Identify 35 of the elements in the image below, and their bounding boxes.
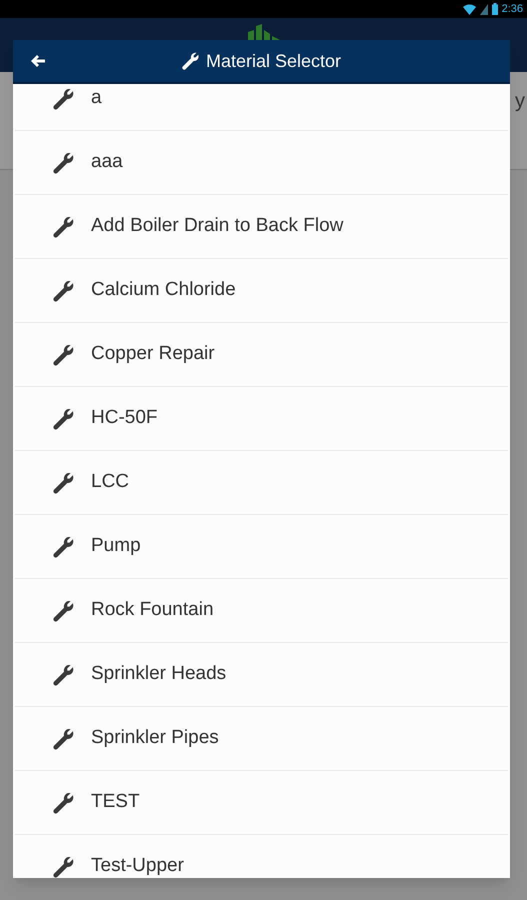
wrench-icon [53, 664, 75, 686]
wrench-icon [53, 152, 75, 174]
material-item[interactable]: Sprinkler Pipes [15, 707, 508, 771]
material-item[interactable]: Add Boiler Drain to Back Flow [15, 195, 508, 259]
wrench-icon [53, 88, 75, 110]
wifi-icon [462, 4, 476, 14]
material-item[interactable]: HC-50F [15, 387, 508, 451]
material-item[interactable]: Rock Fountain [15, 579, 508, 643]
material-item[interactable]: TEST [15, 771, 508, 835]
material-item[interactable]: a [15, 84, 508, 131]
material-item[interactable]: Calcium Chloride [15, 259, 508, 323]
signal-icon [480, 4, 488, 14]
wrench-icon [53, 408, 75, 430]
wrench-icon [53, 792, 75, 814]
wrench-icon [53, 472, 75, 494]
material-item[interactable]: Copper Repair [15, 323, 508, 387]
material-item[interactable]: Pump [15, 515, 508, 579]
wrench-icon [53, 344, 75, 366]
column-text: y [515, 89, 525, 114]
wrench-icon [53, 280, 75, 302]
material-item[interactable]: LCC [15, 451, 508, 515]
back-arrow-icon [31, 55, 45, 67]
back-button[interactable] [29, 52, 47, 70]
material-item[interactable]: Test-Upper [15, 835, 508, 878]
wrench-icon [182, 52, 200, 70]
status-time: 2:36 [502, 2, 523, 17]
dialog-title: Material Selector [206, 50, 342, 72]
material-item[interactable]: Sprinkler Heads [15, 643, 508, 707]
material-item[interactable]: aaa [15, 131, 508, 195]
wrench-icon [53, 536, 75, 558]
wrench-icon [53, 728, 75, 750]
wrench-icon [53, 856, 75, 878]
wrench-icon [53, 600, 75, 622]
wrench-icon [53, 216, 75, 238]
battery-icon [492, 3, 498, 15]
